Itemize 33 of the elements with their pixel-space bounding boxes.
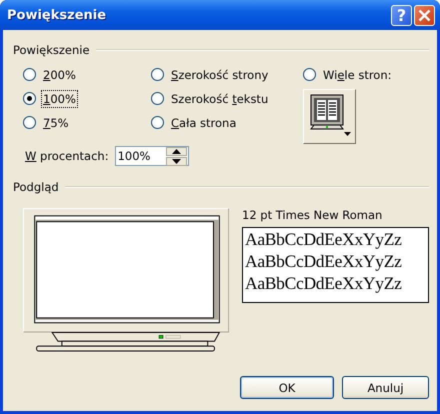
down-arrow-icon [172, 158, 181, 164]
radio-button[interactable] [23, 116, 36, 129]
percent-spin-field[interactable]: 100% [114, 146, 189, 166]
window-title: Powiększenie [7, 8, 106, 22]
radio-label[interactable]: 100% [41, 90, 78, 108]
spin-up-button[interactable] [166, 146, 187, 156]
multiple-pages-button[interactable] [303, 89, 356, 144]
group-title: Podgląd [13, 180, 59, 194]
radio-button[interactable] [151, 116, 164, 129]
dialog-button[interactable]: OK [240, 376, 334, 399]
up-arrow-icon [172, 148, 181, 154]
sample-text: AaBbCcDdEeXxYyZz [245, 272, 403, 294]
radio-button[interactable] [23, 92, 36, 105]
sample-text: AaBbCcDdEeXxYyZz [245, 250, 403, 272]
close-icon [418, 8, 431, 22]
radio-label[interactable]: Wiele stron: [321, 66, 394, 84]
radio-button[interactable] [303, 68, 316, 81]
radio-label[interactable]: 75% [41, 114, 71, 132]
radio-label[interactable]: Cała strona [169, 114, 238, 132]
radio-button[interactable] [23, 68, 36, 81]
spin-down-button[interactable] [166, 156, 187, 166]
group-title: Powiększenie [13, 43, 90, 57]
font-label: 12 pt Times New Roman [242, 208, 384, 222]
radio-button[interactable] [151, 68, 164, 81]
radio-label[interactable]: 200% [41, 66, 78, 84]
percent-label: W procentach: [25, 149, 109, 163]
help-button[interactable]: ? [391, 4, 412, 26]
radio-label[interactable]: Szerokość tekstu [169, 90, 270, 108]
sample-text: AaBbCcDdEeXxYyZz [245, 228, 403, 250]
dialog-button[interactable]: Anuluj [342, 376, 429, 399]
radio-button[interactable] [151, 92, 164, 105]
close-button[interactable] [414, 4, 435, 26]
radio-label[interactable]: Szerokość strony [169, 66, 270, 84]
